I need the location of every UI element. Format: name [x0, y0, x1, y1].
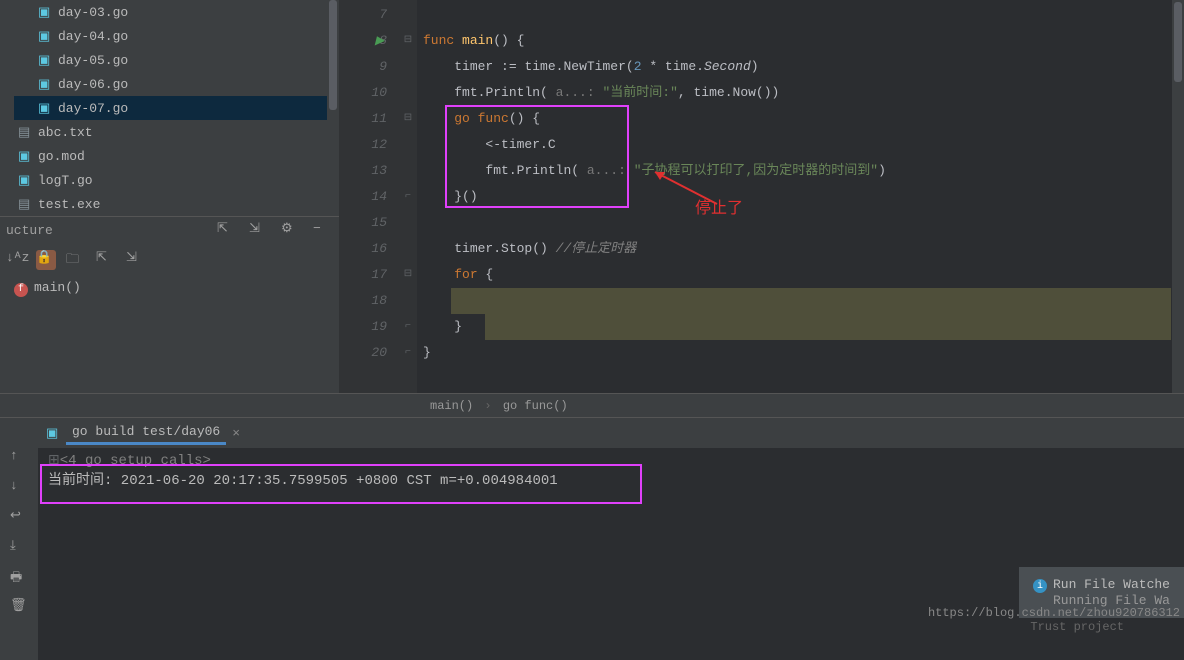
file-name: day-03.go	[58, 5, 128, 20]
structure-content[interactable]: f main()	[0, 276, 339, 301]
folder-icon[interactable]: 🗀	[66, 250, 86, 270]
fold-marker-icon[interactable]: ⊟	[399, 28, 417, 54]
file-item[interactable]: ▣ day-05.go	[14, 48, 339, 72]
fold-end-icon[interactable]: ⌐	[399, 314, 417, 340]
expand-all-icon[interactable]: ⇱	[217, 221, 237, 241]
line-number: 7	[339, 2, 387, 28]
file-name: day-06.go	[58, 77, 128, 92]
function-item: main()	[34, 280, 81, 295]
terminal-main: ▣ go build test/day06 × ⊞<4 go setup cal…	[38, 418, 1184, 660]
sidebar: ▣ day-03.go ▣ day-04.go ▣ day-05.go ▣ day-06…	[0, 0, 339, 393]
file-name: logT.go	[38, 173, 93, 188]
structure-toolbar: ↓ᴬᴢ 🔒 🗀 ⇱ ⇲	[0, 244, 339, 276]
file-name: go.mod	[38, 149, 85, 164]
line-number: 15	[339, 210, 387, 236]
file-name: day-05.go	[58, 53, 128, 68]
line-number: 14	[339, 184, 387, 210]
go-file-icon: ▣	[38, 5, 52, 19]
run-toolbar: ↑ ↓ ↩ ⤓ 🖶 🗑	[0, 418, 38, 660]
run-tool-window: ↑ ↓ ↩ ⤓ 🖶 🗑 ▣ go build test/day06 × ⊞<4 …	[0, 417, 1184, 660]
code-editor[interactable]: 7 8▶ 9 10 11 12 13 14 15 16 17 18 19 20 …	[339, 0, 1184, 393]
file-name: day-04.go	[58, 29, 128, 44]
watermark-text: https://blog.csdn.net/zhou920786312	[928, 606, 1180, 620]
annotation-text: 停止了	[695, 196, 743, 222]
run-tab[interactable]: ▣ go build test/day06 ×	[38, 418, 1184, 448]
line-number: 18	[339, 288, 387, 314]
lock-icon[interactable]: 🔒	[36, 250, 56, 270]
file-name: day-07.go	[58, 101, 128, 116]
file-item[interactable]: ▤ test.exe	[14, 192, 339, 216]
fold-end-icon[interactable]: ⌐	[399, 340, 417, 366]
line-gutter: 7 8▶ 9 10 11 12 13 14 15 16 17 18 19 20	[339, 0, 399, 393]
output-line: 当前时间: 2021-06-20 20:17:35.7599505 +0800 …	[48, 469, 1174, 489]
line-number: 17	[339, 262, 387, 288]
fold-end-icon[interactable]: ⌐	[399, 184, 417, 210]
exe-file-icon: ▤	[18, 197, 32, 211]
print-icon[interactable]: 🖶	[10, 568, 28, 586]
file-item-selected[interactable]: ▣ day-07.go	[14, 96, 339, 120]
file-item[interactable]: ▣ logT.go	[14, 168, 339, 192]
structure-panel-header: ucture ⇱ ⇲ ⚙ −	[0, 216, 339, 244]
expand-icon[interactable]: ⊞	[48, 453, 60, 469]
file-name: abc.txt	[38, 125, 93, 140]
line-number: 9	[339, 54, 387, 80]
go-file-icon: ▣	[18, 173, 32, 187]
fold-column: ⊟ ⊟ ⌐ ⊟ ⌐ ⌐	[399, 0, 417, 393]
txt-file-icon: ▤	[18, 125, 32, 139]
file-item[interactable]: ▣ day-04.go	[14, 24, 339, 48]
line-number: 10	[339, 80, 387, 106]
breadcrumb-bar: main() › go func()	[0, 393, 1184, 417]
info-icon: i	[1033, 579, 1047, 593]
file-item[interactable]: ▤ abc.txt	[14, 120, 339, 144]
line-number: 11	[339, 106, 387, 132]
go-file-icon: ▣	[38, 53, 52, 67]
file-item[interactable]: ▣ day-03.go	[14, 0, 339, 24]
fold-marker-icon[interactable]: ⊟	[399, 106, 417, 132]
settings-gear-icon[interactable]: ⚙	[281, 221, 301, 241]
file-name: test.exe	[38, 197, 100, 212]
line-number: 20	[339, 340, 387, 366]
file-item[interactable]: ▣ go.mod	[14, 144, 339, 168]
hide-icon[interactable]: −	[313, 221, 333, 241]
soft-wrap-icon[interactable]: ↩	[10, 508, 28, 526]
collapse-all-icon[interactable]: ⇲	[249, 221, 269, 241]
up-icon[interactable]: ↑	[10, 448, 28, 466]
go-run-icon: ▣	[46, 426, 60, 440]
breadcrumb-item[interactable]: go func()	[503, 399, 568, 413]
go-file-icon: ▣	[38, 77, 52, 91]
scroll-end-icon[interactable]: ⤓	[10, 538, 28, 556]
go-file-icon: ▣	[38, 101, 52, 115]
delete-icon[interactable]: 🗑	[10, 598, 28, 616]
function-badge-icon: f	[14, 283, 28, 297]
file-tree: ▣ day-03.go ▣ day-04.go ▣ day-05.go ▣ day-06…	[0, 0, 339, 216]
editor-scrollbar[interactable]	[1172, 0, 1184, 393]
line-number: 19	[339, 314, 387, 340]
sort-alpha-icon[interactable]: ↓ᴬᴢ	[6, 250, 26, 270]
run-gutter-icon[interactable]: ▶	[375, 28, 384, 54]
terminal-output[interactable]: ⊞<4 go setup calls> 当前时间: 2021-06-20 20:…	[38, 448, 1184, 493]
go-file-icon: ▣	[18, 149, 32, 163]
line-number: 8▶	[339, 28, 387, 54]
close-tab-icon[interactable]: ×	[232, 426, 240, 441]
line-number: 16	[339, 236, 387, 262]
line-number: 12	[339, 132, 387, 158]
breadcrumb-item[interactable]: main()	[430, 399, 473, 413]
fold-marker-icon[interactable]: ⊟	[399, 262, 417, 288]
autoscroll-from-icon[interactable]: ⇲	[126, 250, 146, 270]
status-trust: Trust project	[1030, 620, 1124, 634]
go-file-icon: ▣	[38, 29, 52, 43]
line-number: 13	[339, 158, 387, 184]
setup-calls: <4 go setup calls>	[60, 453, 211, 469]
file-item[interactable]: ▣ day-06.go	[14, 72, 339, 96]
breadcrumb-separator-icon: ›	[484, 399, 491, 413]
sidebar-scrollbar[interactable]	[327, 0, 339, 216]
run-tab-label: go build test/day06	[66, 421, 226, 445]
code-area[interactable]: func main() { timer := time.NewTimer(2 *…	[417, 0, 1172, 393]
autoscroll-to-icon[interactable]: ⇱	[96, 250, 116, 270]
down-icon[interactable]: ↓	[10, 478, 28, 496]
notification-title: Run File Watche	[1053, 577, 1170, 592]
structure-title: ucture	[6, 223, 53, 238]
